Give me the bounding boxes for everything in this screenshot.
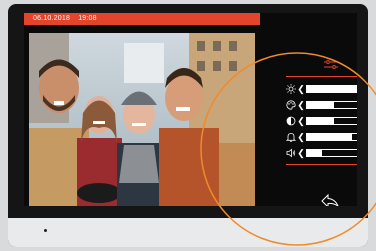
panel-divider-top — [286, 76, 357, 77]
monitor-bezel-bottom — [8, 218, 368, 247]
brightness-slider[interactable] — [306, 85, 357, 93]
decrease-ringtone-button[interactable]: ❮ — [297, 132, 305, 142]
display-screen: 06.10.2018 19:08 ❮ ❮ ❮ ❮ ❮ — [24, 13, 357, 206]
decrease-contrast-button[interactable]: ❮ — [297, 116, 305, 126]
equalizer-icon[interactable] — [324, 60, 338, 70]
status-bar: 06.10.2018 19:08 — [24, 13, 260, 25]
back-arrow-icon[interactable] — [320, 193, 340, 206]
setting-contrast: ❮ ❯ — [286, 116, 357, 126]
speaker-slider[interactable] — [306, 149, 357, 157]
setting-speaker-volume: ❮ ❯ — [286, 148, 357, 158]
sun-icon — [286, 84, 296, 94]
ringtone-slider[interactable] — [306, 133, 357, 141]
contrast-icon — [286, 116, 296, 126]
camera-feed-image — [29, 33, 255, 206]
status-date: 06.10.2018 — [33, 15, 71, 22]
decrease-speaker-button[interactable]: ❮ — [297, 148, 305, 158]
decrease-brightness-button[interactable]: ❮ — [297, 84, 305, 94]
speaker-icon — [286, 148, 296, 158]
palette-icon — [286, 100, 296, 110]
setting-brightness: ❮ ❯ — [286, 84, 357, 94]
status-time: 19:08 — [78, 15, 97, 22]
color-slider[interactable] — [306, 101, 357, 109]
microphone-dot — [44, 229, 47, 232]
setting-color: ❮ ❯ — [286, 100, 357, 110]
setting-ringtone-volume: ❮ ❯ — [286, 132, 357, 142]
settings-panel: ❮ ❯ ❮ ❯ ❮ ❯ ❮ — [260, 25, 357, 206]
contrast-slider[interactable] — [306, 117, 357, 125]
decrease-color-button[interactable]: ❮ — [297, 100, 305, 110]
panel-divider-bottom — [286, 164, 357, 165]
bell-icon — [286, 133, 296, 142]
